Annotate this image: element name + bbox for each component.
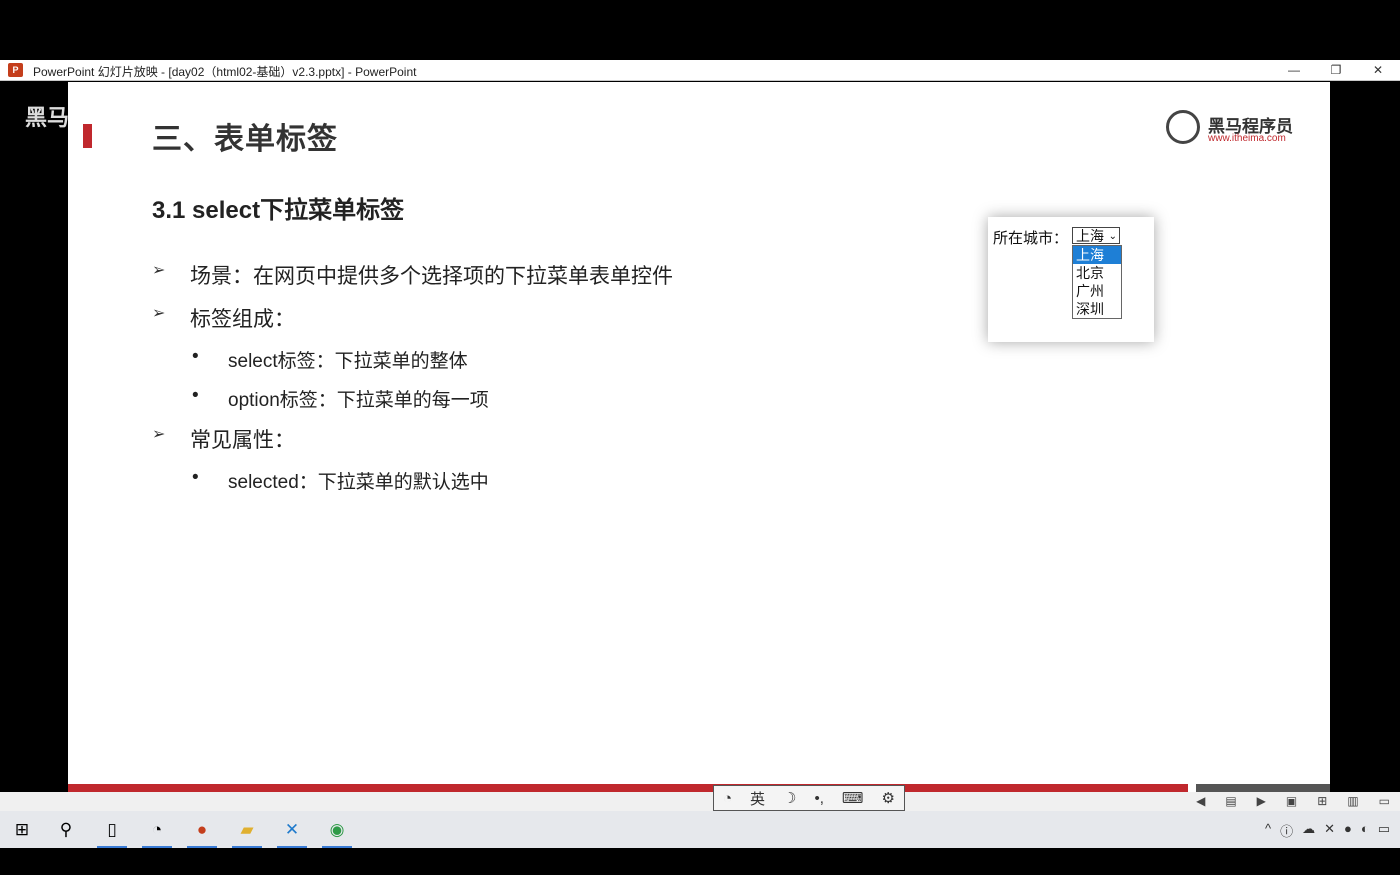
window-title: PowerPoint 幻灯片放映 - [day02（html02-基础）v2.3… — [33, 65, 417, 79]
bullet-item: ➢ 标签组成： — [152, 303, 852, 331]
slide-footer-bar-gray — [1196, 784, 1330, 792]
logo-url: www.itheima.com — [1208, 133, 1286, 144]
chrome-icon[interactable]: ◉ — [318, 815, 356, 848]
slideshow-controls: ◀ ▤ ▶ ▣ ⊞ ▥ ▭ — [1196, 794, 1390, 808]
city-options-list: 上海 北京 广州 深圳 — [1072, 245, 1122, 319]
bullet-text: 场景：在网页中提供多个选择项的下拉菜单表单控件 — [190, 265, 673, 288]
dot-bullet-icon: • — [192, 346, 199, 367]
sub-bullet-item: • selected：下拉菜单的默认选中 — [152, 467, 852, 493]
dot-bullet-icon: • — [192, 385, 199, 406]
slide-sorter-icon[interactable]: ⊞ — [1317, 794, 1327, 808]
vscode-icon[interactable]: ✕ — [273, 815, 311, 848]
slide-title: 三、表单标签 — [152, 123, 338, 156]
bullet-item: ➢ 场景：在网页中提供多个选择项的下拉菜单表单控件 — [152, 260, 852, 288]
notification-icon[interactable]: ▭ — [1378, 821, 1390, 840]
cloud-icon[interactable]: ☁ — [1302, 821, 1315, 840]
windows-start-icon[interactable]: ⊞ — [3, 815, 41, 845]
settings-icon[interactable]: ⚙ — [882, 789, 895, 807]
chevron-down-icon: ⌄ — [1108, 231, 1117, 242]
slide-subtitle: 3.1 select下拉菜单标签 — [152, 197, 405, 224]
ime-logo-icon[interactable]: ◔ — [723, 790, 732, 807]
mute-icon[interactable]: ✕ — [1324, 821, 1335, 840]
city-option[interactable]: 广州 — [1073, 282, 1121, 300]
reading-view-icon[interactable]: ▥ — [1347, 794, 1358, 808]
bullet-text: option标签：下拉菜单的每一项 — [228, 390, 489, 411]
slide-footer-bar — [68, 784, 1188, 792]
slideshow-statusbar — [0, 792, 1400, 811]
minimize-button[interactable]: — — [1274, 60, 1314, 80]
notepad-icon[interactable]: ▯ — [93, 815, 131, 848]
arrow-bullet-icon: ➢ — [152, 262, 166, 279]
window-titlebar: P PowerPoint 幻灯片放映 - [day02（html02-基础）v2… — [0, 60, 1400, 81]
dot-bullet-icon: • — [192, 467, 199, 488]
moon-icon[interactable]: ☽ — [783, 789, 796, 807]
normal-view-icon[interactable]: ▣ — [1286, 794, 1297, 808]
slide-canvas[interactable]: 三、表单标签 黑马程序员 www.itheima.com 3.1 select下… — [68, 82, 1330, 792]
notes-icon[interactable]: ▤ — [1225, 794, 1236, 808]
search-icon[interactable]: ⚲ — [47, 815, 85, 845]
sub-bullet-item: • option标签：下拉菜单的每一项 — [152, 385, 852, 411]
itheima-logo: 黑马程序员 www.itheima.com — [1166, 110, 1298, 150]
bullet-item: ➢ 常见属性： — [152, 424, 852, 452]
system-tray: ^ ⓘ ☁ ✕ ● ◐ ▭ — [1265, 821, 1390, 840]
keyboard-icon[interactable]: ⌨ — [842, 789, 864, 807]
select-value: 上海 — [1076, 228, 1104, 244]
bullet-list: ➢ 场景：在网页中提供多个选择项的下拉菜单表单控件 ➢ 标签组成： • sele… — [152, 260, 852, 506]
city-option[interactable]: 上海 — [1073, 246, 1121, 264]
watermark-text: 黑马 — [25, 105, 70, 130]
chevron-up-icon[interactable]: ^ — [1265, 821, 1271, 840]
punctuation-icon[interactable]: •, — [814, 790, 823, 807]
city-option[interactable]: 北京 — [1073, 264, 1121, 282]
powerpoint-icon[interactable]: ● — [183, 815, 221, 848]
city-label: 所在城市： — [993, 230, 1069, 247]
bullet-text: 标签组成： — [190, 308, 295, 331]
bullet-text: 常见属性： — [190, 429, 295, 452]
previous-slide-icon[interactable]: ◀ — [1196, 794, 1205, 808]
next-slide-icon[interactable]: ▶ — [1257, 794, 1266, 808]
bullet-text: select标签：下拉菜单的整体 — [228, 351, 468, 372]
app-tray-icon[interactable]: ● — [1344, 821, 1352, 840]
windows-taskbar: ⊞ ⚲ ▯ ◔ ● ▰ ✕ ◉ ^ ⓘ ☁ ✕ ● ◐ ▭ — [0, 811, 1400, 848]
bullet-text: selected：下拉菜单的默认选中 — [228, 472, 489, 493]
ime-mode-toggle[interactable]: 英 — [750, 788, 765, 809]
arrow-bullet-icon: ➢ — [152, 305, 166, 322]
arrow-bullet-icon: ➢ — [152, 426, 166, 443]
city-select[interactable]: 上海 ⌄ — [1072, 227, 1120, 244]
network-icon[interactable]: ◐ — [1361, 821, 1369, 840]
info-icon[interactable]: ⓘ — [1280, 821, 1293, 840]
select-demo-box: 所在城市： 上海 ⌄ 上海 北京 广州 深圳 — [988, 217, 1154, 342]
file-explorer-icon[interactable]: ▰ — [228, 815, 266, 848]
sub-bullet-item: • select标签：下拉菜单的整体 — [152, 346, 852, 372]
slideshow-view-icon[interactable]: ▭ — [1379, 794, 1390, 808]
ime-toolbar: ◔ 英 ☽ •, ⌨ ⚙ — [713, 785, 905, 811]
speed-icon[interactable]: ◔ — [138, 815, 176, 848]
restore-button[interactable]: ❐ — [1316, 60, 1356, 80]
powerpoint-app-icon: P — [8, 63, 23, 77]
horse-logo-icon — [1166, 110, 1200, 144]
close-button[interactable]: ✕ — [1358, 60, 1398, 80]
city-option[interactable]: 深圳 — [1073, 300, 1121, 318]
title-accent-bar — [83, 124, 92, 148]
